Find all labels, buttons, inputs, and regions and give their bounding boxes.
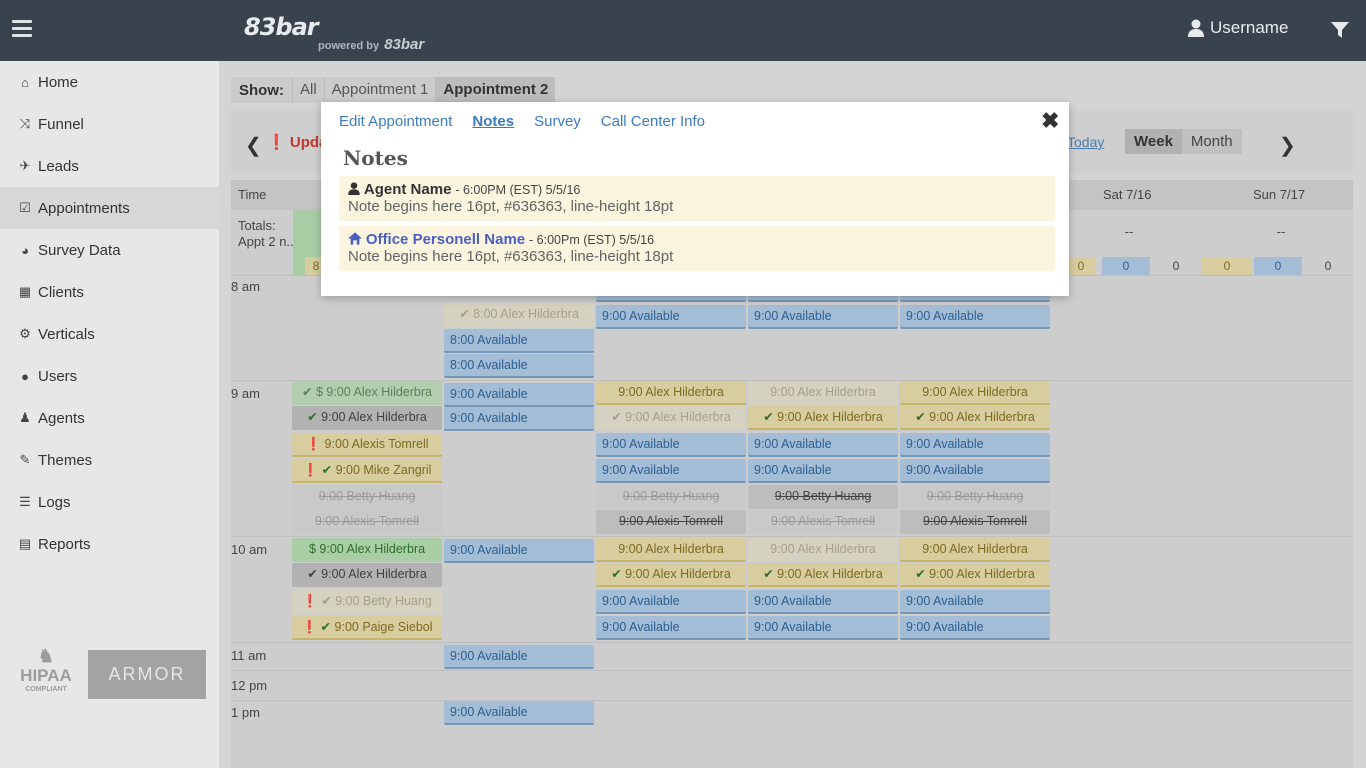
note-author: Agent Name xyxy=(363,181,452,198)
tab-notes[interactable]: Notes xyxy=(472,113,514,130)
note-author: Office Personell Name xyxy=(365,231,526,248)
note-item: Agent Name - 6:00PM (EST) 5/5/16 Note be… xyxy=(339,176,1055,221)
note-text: Note begins here 16pt, #636363, line-hei… xyxy=(348,248,674,265)
modal-tabs: Edit Appointment Notes Survey Call Cente… xyxy=(339,113,725,130)
note-meta: - 6:00Pm (EST) 5/5/16 xyxy=(529,233,655,247)
tab-survey[interactable]: Survey xyxy=(534,113,581,130)
note-text: Note begins here 16pt, #636363, line-hei… xyxy=(348,198,674,215)
home-icon xyxy=(348,232,362,245)
user-icon xyxy=(348,182,360,195)
tab-edit-appointment[interactable]: Edit Appointment xyxy=(339,113,452,130)
note-item: Office Personell Name - 6:00Pm (EST) 5/5… xyxy=(339,226,1055,271)
appointment-modal: Edit Appointment Notes Survey Call Cente… xyxy=(321,102,1069,296)
note-meta: - 6:00PM (EST) 5/5/16 xyxy=(455,183,581,197)
tab-call-center-info[interactable]: Call Center Info xyxy=(601,113,705,130)
modal-title: Notes xyxy=(343,146,408,170)
close-icon[interactable]: ✖ xyxy=(1041,108,1059,134)
